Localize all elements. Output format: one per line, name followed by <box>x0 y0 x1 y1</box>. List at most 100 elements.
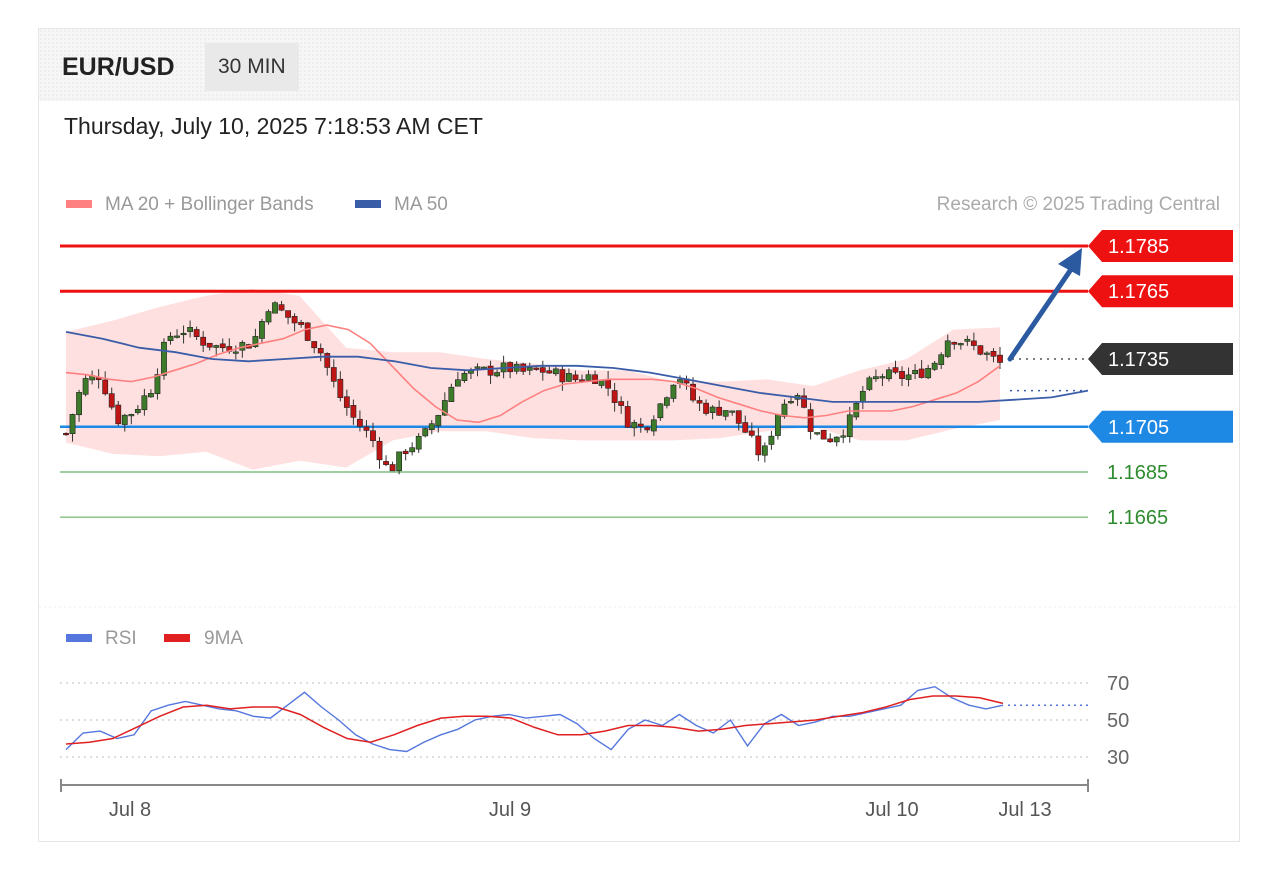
candle-body <box>108 393 115 408</box>
candle-body <box>605 379 612 389</box>
candle-body <box>886 369 892 380</box>
candle-body <box>259 321 265 339</box>
candle-body <box>448 386 455 402</box>
bollinger-band <box>66 288 1000 470</box>
candle-body <box>298 322 305 325</box>
candle-body <box>343 396 350 408</box>
price-chart: MA 20 + Bollinger Bands MA 50 Research ©… <box>39 194 1238 821</box>
candle-body <box>219 343 226 349</box>
level-tag-label: 1.1735 <box>1108 349 1169 371</box>
rsi-tick-label: 50 <box>1107 710 1129 732</box>
candle-body <box>76 392 82 416</box>
candle-body <box>128 414 135 417</box>
candle-body <box>925 367 932 379</box>
candle-body <box>716 406 723 416</box>
candle-body <box>161 341 167 376</box>
candle-body <box>657 403 664 419</box>
candle-body <box>788 401 794 404</box>
candle-body <box>566 373 572 382</box>
candle-body <box>148 393 154 398</box>
candle-body <box>357 418 363 427</box>
candle-body <box>337 378 344 398</box>
candle-body <box>154 374 161 395</box>
candle-body <box>206 342 213 348</box>
candle-body <box>121 414 128 425</box>
level-label: 1.1665 <box>1107 507 1168 529</box>
candle-body <box>539 367 546 373</box>
x-tick-label: Jul 8 <box>109 799 151 821</box>
candle-body <box>396 451 403 472</box>
candle-body <box>624 406 631 428</box>
candle-body <box>285 310 291 318</box>
target-arrow-shaft <box>1007 259 1079 362</box>
candle-body <box>931 362 938 370</box>
candle-body <box>389 464 396 472</box>
candle-body <box>905 374 912 380</box>
candle-body <box>964 338 971 342</box>
candle-body <box>944 340 951 357</box>
candle-body <box>775 414 781 436</box>
candle-body <box>546 370 553 374</box>
candle-body <box>729 410 736 413</box>
candle-body <box>984 352 990 355</box>
candle-body <box>317 348 324 354</box>
candle-body <box>533 367 540 370</box>
ma50-legend-label: MA 50 <box>394 194 448 215</box>
ma20-legend-swatch <box>66 200 92 208</box>
candle-body <box>572 374 579 381</box>
candle-body <box>663 397 670 406</box>
candle-body <box>899 371 905 379</box>
rsi-ma-legend-label: 9MA <box>204 628 243 649</box>
level-tag-label: 1.1705 <box>1108 417 1169 439</box>
candle-body <box>167 335 174 341</box>
rsi-legend-swatch <box>66 634 92 642</box>
x-tick-label: Jul 9 <box>489 799 531 821</box>
candle-body <box>650 419 657 432</box>
candle-body <box>840 435 847 438</box>
candle-body <box>997 354 1003 363</box>
level-tag-label: 1.1785 <box>1108 236 1169 258</box>
candle-body <box>833 436 840 443</box>
candle-body <box>761 445 768 456</box>
candle-body <box>670 384 677 399</box>
copyright-text: Research © 2025 Trading Central <box>937 194 1220 215</box>
candle-body <box>291 316 298 324</box>
candle-body <box>892 367 899 373</box>
candle-body <box>141 395 148 411</box>
candle-body <box>820 429 827 440</box>
level-label: 1.1685 <box>1107 462 1168 484</box>
candle-body <box>272 302 278 314</box>
candle-body <box>990 350 997 357</box>
candle-body <box>859 390 866 403</box>
ma20-legend-label: MA 20 + Bollinger Bands <box>105 194 314 215</box>
candle-body <box>611 390 618 403</box>
candle-body <box>422 428 429 437</box>
candle-body <box>376 440 383 461</box>
candle-body <box>827 438 834 443</box>
candle-body <box>402 450 409 454</box>
candle-body <box>748 430 755 436</box>
candle-body <box>585 374 592 381</box>
candle-body <box>781 403 788 417</box>
rsi-line <box>65 685 1004 753</box>
candle-body <box>807 409 814 432</box>
candle-body <box>428 423 435 431</box>
candle-body <box>957 343 964 346</box>
candle-body <box>454 379 461 387</box>
candle-body <box>350 405 357 418</box>
candle-body <box>938 354 945 365</box>
candle-body <box>637 423 644 427</box>
candle-body <box>918 368 925 378</box>
candle-body <box>82 378 89 395</box>
candle-body <box>370 430 376 441</box>
candle-body <box>970 340 977 346</box>
candle-body <box>494 372 500 377</box>
candle-body <box>232 351 239 354</box>
candle-body <box>311 341 318 349</box>
candle-body <box>409 447 416 453</box>
candle-body <box>552 368 559 375</box>
candle-body <box>304 322 311 341</box>
candle-body <box>592 374 598 384</box>
rsi-tick-label: 70 <box>1107 673 1129 695</box>
candle-body <box>174 335 180 338</box>
